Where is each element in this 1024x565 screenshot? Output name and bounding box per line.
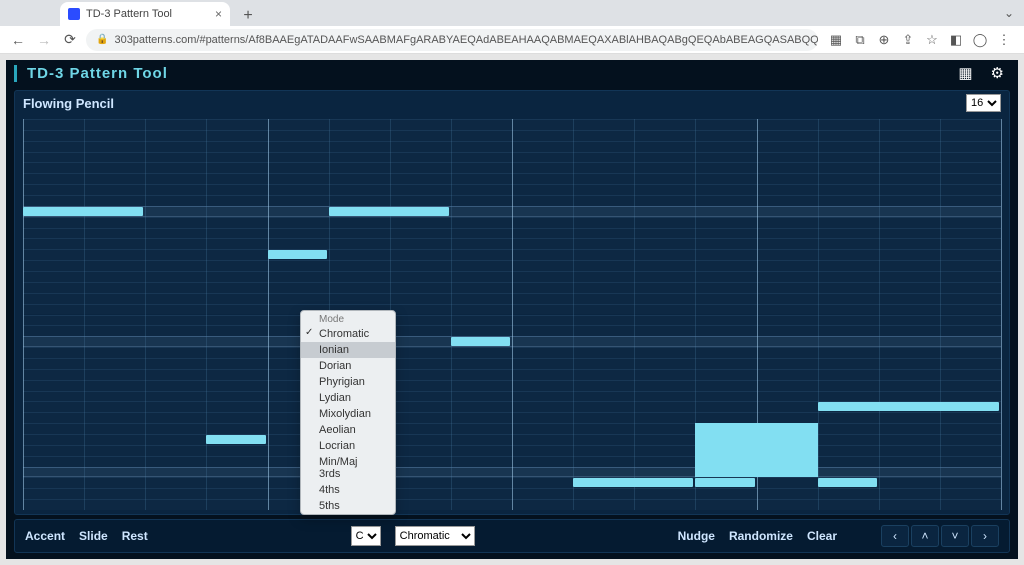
close-tab-icon[interactable]: ×: [215, 7, 222, 21]
tabs-menu-icon[interactable]: ⌄: [1004, 6, 1014, 20]
toolbar: ← → ⟳ 🔒 303patterns.com/#patterns/Af8BAA…: [0, 26, 1024, 54]
zoom-icon[interactable]: ⊕: [876, 32, 892, 48]
nudge-up-button[interactable]: ˄: [911, 525, 939, 547]
rest-button[interactable]: Rest: [122, 529, 148, 543]
grid-column-line: [23, 119, 24, 510]
app-title: TD-3 Pattern Tool: [14, 65, 168, 82]
grid-column-line: [573, 119, 574, 510]
grid-column-line: [940, 119, 941, 510]
pattern-panel: Flowing Pencil 16: [14, 90, 1010, 515]
grid-column-line: [451, 119, 452, 510]
note[interactable]: [573, 478, 693, 487]
mode-option[interactable]: Phyrigian: [301, 374, 395, 390]
mode-option[interactable]: Dorian: [301, 358, 395, 374]
note[interactable]: [23, 207, 143, 216]
root-select[interactable]: C: [351, 526, 381, 546]
forward-button[interactable]: →: [34, 30, 54, 50]
nudge-right-button[interactable]: ›: [971, 525, 999, 547]
menu-icon[interactable]: ⋮: [996, 32, 1012, 48]
mode-select[interactable]: Chromatic: [395, 526, 475, 546]
note[interactable]: [818, 478, 877, 487]
dropdown-group-label: Mode: [301, 311, 395, 326]
app-header: TD-3 Pattern Tool ▦ ⚙: [6, 60, 1018, 86]
note[interactable]: [206, 435, 265, 444]
back-button[interactable]: ←: [8, 30, 28, 50]
slide-button[interactable]: Slide: [79, 529, 108, 543]
nudge-left-button[interactable]: ‹: [881, 525, 909, 547]
mode-dropdown[interactable]: Mode ChromaticIonianDorianPhyrigianLydia…: [300, 310, 396, 515]
browser-tab[interactable]: TD-3 Pattern Tool ×: [60, 2, 230, 26]
piano-roll[interactable]: [15, 115, 1009, 514]
grid-column-line: [634, 119, 635, 510]
tab-title: TD-3 Pattern Tool: [86, 8, 172, 20]
nudge-arrows: ‹ ˄ ˅ ›: [881, 525, 999, 547]
browser-chrome: TD-3 Pattern Tool × + ⌄ ← → ⟳ 🔒 303patte…: [0, 0, 1024, 54]
note[interactable]: [695, 423, 817, 477]
pattern-bar: Flowing Pencil 16: [15, 91, 1009, 115]
grid-column-line: [818, 119, 819, 510]
grid-column-line: [1001, 119, 1002, 510]
share-icon[interactable]: ⇪: [900, 32, 916, 48]
mode-option[interactable]: Mixolydian: [301, 406, 395, 422]
note[interactable]: [451, 337, 510, 346]
note[interactable]: [268, 250, 327, 259]
app: TD-3 Pattern Tool ▦ ⚙ Flowing Pencil 16 …: [6, 60, 1018, 559]
mode-option[interactable]: 5ths: [301, 498, 395, 514]
clear-button[interactable]: Clear: [807, 529, 837, 543]
favicon: [68, 8, 80, 20]
steps-select[interactable]: 16: [966, 94, 1001, 112]
star-icon[interactable]: ☆: [924, 32, 940, 48]
address-bar[interactable]: 🔒 303patterns.com/#patterns/Af8BAAEgATAD…: [86, 29, 818, 51]
grid-column-line: [206, 119, 207, 510]
bottom-bar: Accent Slide Rest C Chromatic Nudge Rand…: [14, 519, 1010, 553]
sidepanel-icon[interactable]: ◧: [948, 32, 964, 48]
mode-option[interactable]: Chromatic: [301, 326, 395, 342]
note[interactable]: [329, 207, 449, 216]
viewport: TD-3 Pattern Tool ▦ ⚙ Flowing Pencil 16 …: [0, 54, 1024, 565]
nudge-button[interactable]: Nudge: [678, 529, 715, 543]
profile-icon[interactable]: ◯: [972, 32, 988, 48]
mode-option[interactable]: Aeolian: [301, 422, 395, 438]
mode-option[interactable]: Min/Maj 3rds: [301, 454, 395, 482]
reload-button[interactable]: ⟳: [60, 30, 80, 50]
grid-column-line: [879, 119, 880, 510]
pattern-name: Flowing Pencil: [23, 96, 114, 111]
lock-icon: 🔒: [96, 34, 108, 45]
browser-actions: ▦ ⧉ ⊕ ⇪ ☆ ◧ ◯ ⋮: [824, 32, 1016, 48]
tab-strip: TD-3 Pattern Tool × + ⌄: [0, 0, 1024, 26]
grid-column-line: [512, 119, 513, 510]
grid-column-line: [84, 119, 85, 510]
nudge-down-button[interactable]: ˅: [941, 525, 969, 547]
note[interactable]: [818, 402, 999, 411]
mode-option[interactable]: Locrian: [301, 438, 395, 454]
grid-column-line: [145, 119, 146, 510]
mode-option[interactable]: 4ths: [301, 482, 395, 498]
randomize-button[interactable]: Randomize: [729, 529, 793, 543]
settings-icon[interactable]: ⚙: [991, 64, 1004, 82]
mode-option[interactable]: Ionian: [301, 342, 395, 358]
mode-option[interactable]: Lydian: [301, 390, 395, 406]
new-tab-button[interactable]: +: [238, 6, 258, 26]
url-text: 303patterns.com/#patterns/Af8BAAEgATADAA…: [114, 34, 818, 46]
note[interactable]: [695, 478, 754, 487]
patterns-icon[interactable]: ▦: [958, 64, 972, 82]
panel-icon[interactable]: ▦: [828, 32, 844, 48]
open-icon[interactable]: ⧉: [852, 32, 868, 48]
grid-column-line: [268, 119, 269, 510]
accent-button[interactable]: Accent: [25, 529, 65, 543]
